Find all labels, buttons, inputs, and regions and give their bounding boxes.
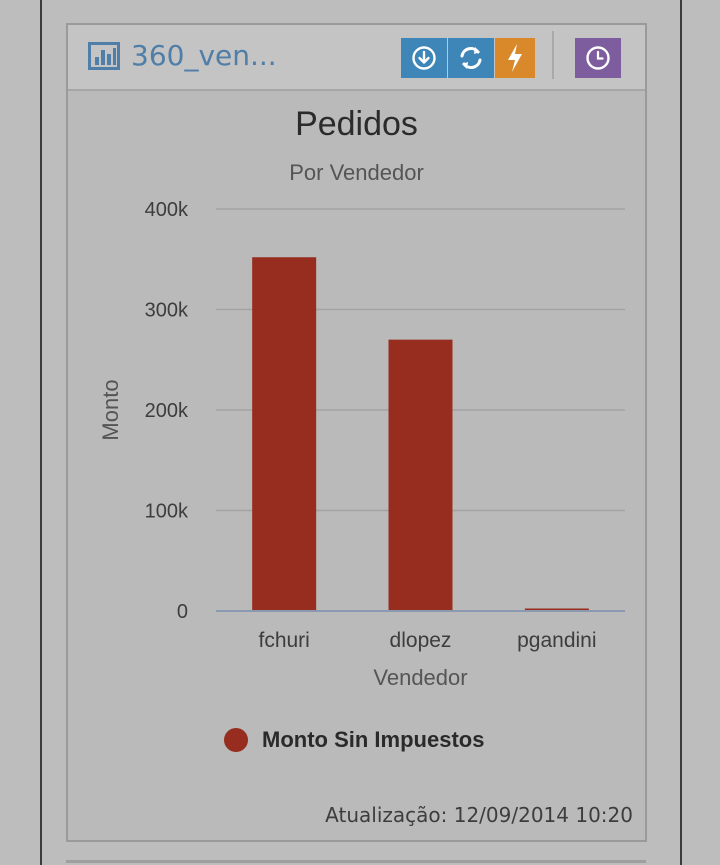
last-updated: Atualização: 12/09/2014 10:20 (325, 803, 633, 827)
x-tick-label: pgandini (517, 629, 596, 652)
y-tick-label: 0 (177, 601, 188, 623)
bottom-rule (66, 860, 646, 863)
y-tick-label: 400k (145, 199, 189, 221)
x-axis-title: Vendedor (373, 665, 467, 690)
legend-item[interactable]: Monto Sin Impuestos (224, 725, 484, 755)
chart-panel: 360_ven... Pedidos Por Vendedor 0 100k 2… (66, 23, 647, 842)
legend-swatch (224, 728, 248, 752)
y-tick-label: 300k (145, 300, 189, 322)
y-tick-label: 100k (145, 501, 189, 523)
x-tick-label: dlopez (390, 629, 452, 652)
x-tick-label: fchuri (258, 629, 309, 652)
y-axis-title: Monto (98, 379, 123, 440)
bar-chart: 0 100k 200k 300k 400k fchuri dlopez pgandini Ven… (98, 199, 625, 690)
bar[interactable] (388, 339, 453, 611)
y-tick-label: 200k (145, 400, 189, 422)
bar[interactable] (252, 257, 317, 611)
legend-label: Monto Sin Impuestos (262, 727, 485, 752)
